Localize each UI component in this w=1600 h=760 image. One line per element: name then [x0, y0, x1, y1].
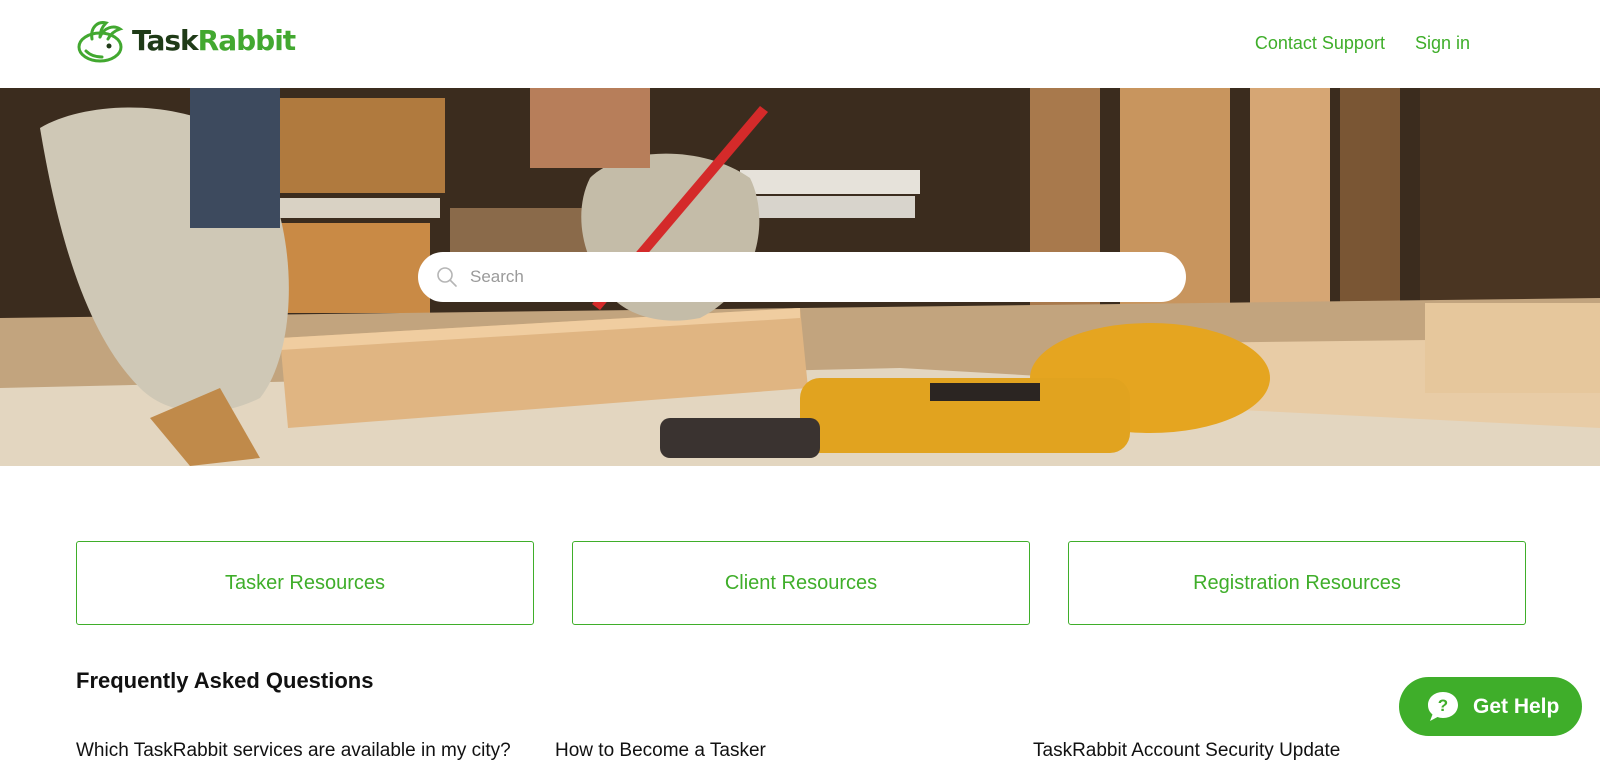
faq-link[interactable]: How to Become a Tasker: [555, 740, 766, 760]
tasker-resources-card[interactable]: Tasker Resources: [76, 541, 534, 625]
search-input[interactable]: [470, 267, 1150, 287]
logo-rabbit: Rabbit: [197, 23, 297, 57]
header-nav: Contact Support Sign in: [1255, 33, 1470, 54]
svg-text:?: ?: [1438, 696, 1448, 715]
hero-banner: [0, 88, 1600, 466]
get-help-button[interactable]: ? Get Help: [1399, 677, 1582, 736]
search-icon: [437, 267, 457, 287]
question-bubble-icon: ?: [1428, 691, 1458, 721]
faq-link[interactable]: Which TaskRabbit services are available …: [76, 740, 511, 760]
sign-in-link[interactable]: Sign in: [1415, 33, 1470, 54]
site-header: TaskRabbit Contact Support Sign in: [0, 0, 1600, 88]
contact-support-link[interactable]: Contact Support: [1255, 33, 1385, 54]
client-resources-card[interactable]: Client Resources: [572, 541, 1030, 625]
faq-heading: Frequently Asked Questions: [76, 668, 374, 693]
faq-link[interactable]: TaskRabbit Account Security Update: [1033, 740, 1340, 760]
registration-resources-card[interactable]: Registration Resources: [1068, 541, 1526, 625]
taskrabbit-logo[interactable]: TaskRabbit: [76, 17, 297, 63]
logo-wordmark: TaskRabbit: [132, 23, 297, 57]
rabbit-logo-icon: [77, 21, 124, 63]
search-bar[interactable]: [418, 252, 1186, 302]
get-help-label: Get Help: [1473, 694, 1560, 718]
logo-task: Task: [132, 23, 199, 57]
resource-cards: Tasker Resources Client Resources Regist…: [76, 541, 1526, 625]
